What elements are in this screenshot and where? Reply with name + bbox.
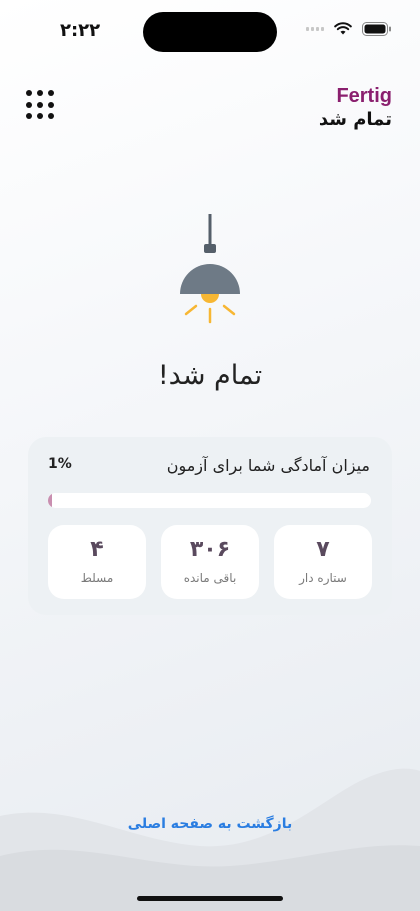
readiness-percent: 1% <box>48 456 72 472</box>
dynamic-island <box>143 12 277 52</box>
battery-icon <box>362 22 392 36</box>
back-home-link[interactable]: بازگشت به صفحه اصلی <box>0 816 420 832</box>
header: Fertig تمام شد <box>0 84 420 134</box>
stat-mastered[interactable]: ۴ مسلط <box>48 525 146 599</box>
progress-fill <box>48 493 52 508</box>
readiness-label: میزان آمادگی شما برای آزمون <box>166 456 370 475</box>
signal-icon <box>306 27 324 31</box>
status-bar: ۲:۲۲ <box>0 0 420 60</box>
stat-label: مسلط <box>80 571 114 585</box>
brand: Fertig تمام شد <box>319 84 392 132</box>
lamp-icon <box>170 214 250 329</box>
grid-menu-icon[interactable] <box>26 90 56 120</box>
stat-value: ۳۰۶ <box>189 537 231 562</box>
stat-value: ۴ <box>90 537 104 562</box>
status-icons <box>306 22 392 36</box>
stat-starred[interactable]: ۷ ستاره دار <box>274 525 372 599</box>
stat-label: باقی مانده <box>183 571 237 585</box>
wifi-icon <box>334 22 352 36</box>
brand-subtitle: تمام شد <box>318 109 392 130</box>
status-time: ۲:۲۲ <box>60 20 101 41</box>
progress-bar <box>48 493 371 508</box>
home-indicator <box>137 896 283 901</box>
page-title: تمام شد! <box>157 360 263 391</box>
brand-name: Fertig <box>336 85 392 107</box>
stat-value: ۷ <box>316 537 330 562</box>
stats-row: ۷ ستاره دار ۳۰۶ باقی مانده ۴ مسلط <box>48 525 372 599</box>
background-waves <box>0 768 420 911</box>
stat-remaining[interactable]: ۳۰۶ باقی مانده <box>161 525 259 599</box>
stat-label: ستاره دار <box>299 571 347 585</box>
readiness-card: میزان آمادگی شما برای آزمون 1% ۷ ستاره د… <box>28 437 392 615</box>
